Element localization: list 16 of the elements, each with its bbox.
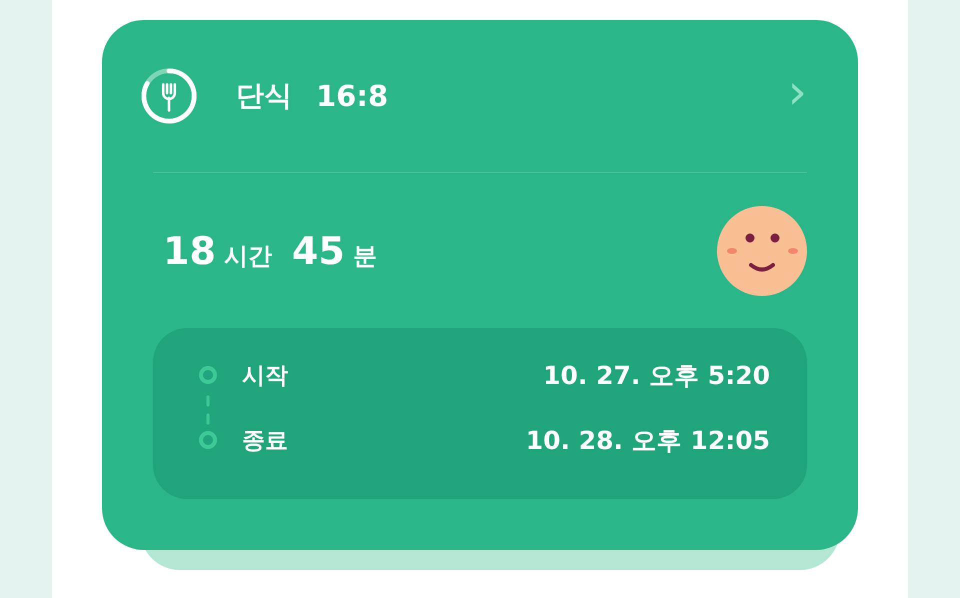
fork-progress-icon (140, 67, 198, 125)
timeline-label: 종료 (242, 426, 288, 456)
minutes-value: 45 (292, 228, 345, 272)
minutes-unit: 분 (352, 240, 377, 272)
diet-title: 단식 (236, 78, 292, 114)
hours-value: 18 (163, 228, 216, 272)
hours-unit: 시간 (224, 240, 272, 272)
timeline-dot-icon (198, 365, 218, 385)
timeline-connector (206, 395, 210, 425)
chevron-button[interactable]: › (788, 68, 807, 124)
timeline-dot-icon (198, 430, 218, 450)
timeline-time: 10. 27. 오후 5:20 (543, 360, 770, 392)
timeline-time: 10. 28. 오후 12:05 (526, 424, 770, 456)
timeline-label: 시작 (242, 362, 288, 390)
plan-ratio: 16:8 (316, 79, 388, 113)
smiley-icon (717, 206, 807, 296)
